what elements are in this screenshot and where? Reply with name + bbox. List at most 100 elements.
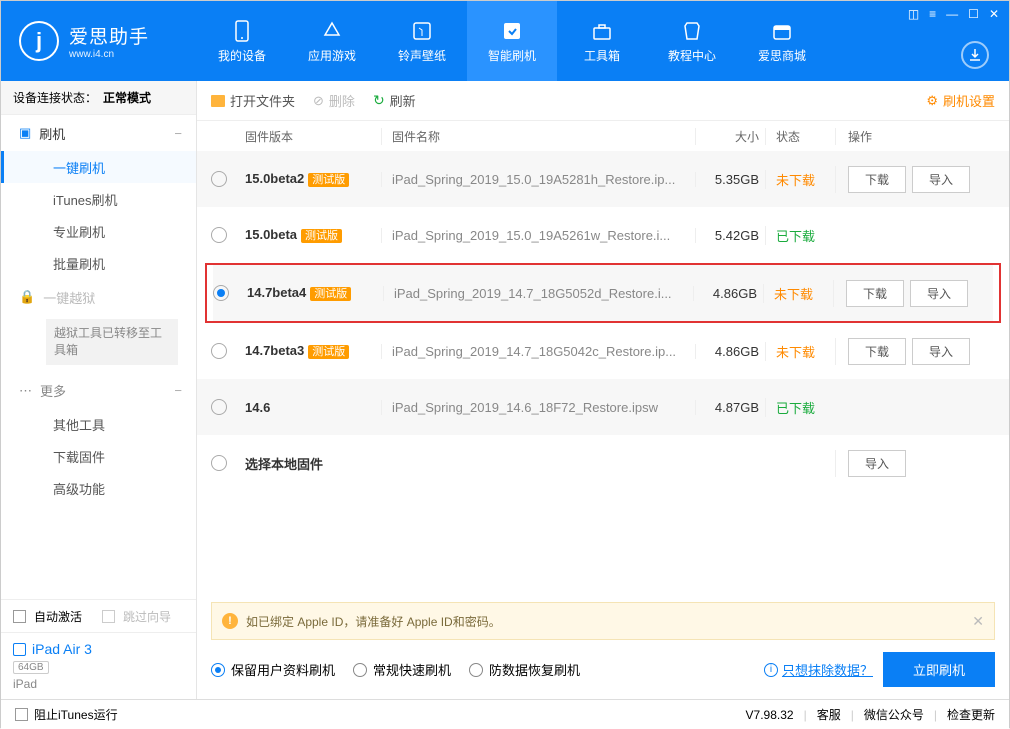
collapse-icon[interactable]: − <box>174 126 182 141</box>
settings-button[interactable]: ⚙ 刷机设置 <box>926 91 995 110</box>
nav-item-2[interactable]: 铃声壁纸 <box>377 1 467 81</box>
gear-icon: ⚙ <box>926 93 938 109</box>
nav-icon <box>771 19 793 43</box>
open-folder-button[interactable]: 打开文件夹 <box>211 91 295 110</box>
download-manager-icon[interactable] <box>961 41 989 69</box>
logo[interactable]: j 爱思助手 www.i4.cn <box>1 21 197 61</box>
folder-icon <box>211 95 225 107</box>
sidebar-options: 自动激活 跳过向导 <box>1 600 196 632</box>
table-header: 固件版本 固件名称 大小 状态 操作 <box>197 121 1009 151</box>
flash-option[interactable]: 防数据恢复刷机 <box>469 660 580 679</box>
option-radio[interactable] <box>469 663 483 677</box>
block-itunes-checkbox[interactable] <box>15 708 28 721</box>
beta-badge: 测试版 <box>308 173 349 187</box>
customer-service-link[interactable]: 客服 <box>817 706 841 723</box>
highlighted-row: 14.7beta4测试版iPad_Spring_2019_14.7_18G505… <box>205 263 1001 323</box>
sidebar-head-jailbreak: 🔒 一键越狱 <box>1 279 196 315</box>
beta-badge: 测试版 <box>301 229 342 243</box>
download-button[interactable]: 下载 <box>848 166 906 193</box>
window-controls: ◫ ≡ — ☐ ✕ <box>906 5 1001 23</box>
delete-icon: ⊘ <box>313 93 324 109</box>
row-radio[interactable] <box>211 455 227 471</box>
download-button[interactable]: 下载 <box>848 338 906 365</box>
sidebar-item[interactable]: 高级功能 <box>1 473 196 505</box>
refresh-button[interactable]: ↻ 刷新 <box>373 91 416 110</box>
table-row[interactable]: 15.0beta测试版iPad_Spring_2019_15.0_19A5261… <box>197 207 1009 263</box>
nav-item-1[interactable]: 应用游戏 <box>287 1 377 81</box>
minimize-icon[interactable]: — <box>944 5 960 23</box>
flash-option[interactable]: 保留用户资料刷机 <box>211 660 335 679</box>
sidebar-item[interactable]: 专业刷机 <box>1 215 196 247</box>
header: j 爱思助手 www.i4.cn 我的设备应用游戏铃声壁纸智能刷机工具箱教程中心… <box>1 1 1009 81</box>
row-radio[interactable] <box>211 399 227 415</box>
app-url: www.i4.cn <box>69 49 149 60</box>
erase-link[interactable]: 只想抹除数据？ <box>782 660 873 679</box>
version-label: V7.98.32 <box>746 708 794 722</box>
shirt-icon[interactable]: ◫ <box>906 5 921 23</box>
check-update-link[interactable]: 检查更新 <box>947 706 995 723</box>
more-icon: ⋯ <box>19 383 32 399</box>
flash-icon: ▣ <box>19 125 31 141</box>
nav-item-0[interactable]: 我的设备 <box>197 1 287 81</box>
connection-status: 设备连接状态： 正常模式 <box>1 81 196 115</box>
storage-badge: 64GB <box>13 661 49 674</box>
row-radio[interactable] <box>211 343 227 359</box>
jailbreak-notice: 越狱工具已转移至工具箱 <box>46 319 178 365</box>
download-button[interactable]: 下载 <box>846 280 904 307</box>
sidebar-item[interactable]: 下载固件 <box>1 441 196 473</box>
nav-item-5[interactable]: 教程中心 <box>647 1 737 81</box>
wechat-link[interactable]: 微信公众号 <box>864 706 924 723</box>
collapse-icon[interactable]: − <box>174 383 182 398</box>
sidebar-item[interactable]: iTunes刷机 <box>1 183 196 215</box>
lock-icon: 🔒 <box>19 289 35 305</box>
nav-icon <box>681 19 703 43</box>
beta-badge: 测试版 <box>310 287 351 301</box>
import-button[interactable]: 导入 <box>912 338 970 365</box>
firmware-table: 15.0beta2测试版iPad_Spring_2019_15.0_19A528… <box>197 151 1009 491</box>
footer: 阻止iTunes运行 V7.98.32 | 客服 | 微信公众号 | 检查更新 <box>1 699 1009 729</box>
flash-options: 保留用户资料刷机常规快速刷机防数据恢复刷机 i 只想抹除数据？ 立即刷机 <box>211 652 995 687</box>
close-icon[interactable]: ✕ <box>987 5 1001 23</box>
nav-icon <box>411 19 433 43</box>
option-radio[interactable] <box>211 663 225 677</box>
warning-icon: ! <box>222 613 238 629</box>
nav-item-4[interactable]: 工具箱 <box>557 1 647 81</box>
row-radio[interactable] <box>213 285 229 301</box>
row-radio[interactable] <box>211 227 227 243</box>
delete-button[interactable]: ⊘ 删除 <box>313 91 355 110</box>
device-icon <box>13 643 26 656</box>
import-button[interactable]: 导入 <box>910 280 968 307</box>
nav: 我的设备应用游戏铃声壁纸智能刷机工具箱教程中心爱思商城 <box>197 1 827 81</box>
table-row[interactable]: 15.0beta2测试版iPad_Spring_2019_15.0_19A528… <box>197 151 1009 207</box>
sidebar-item[interactable]: 其他工具 <box>1 409 196 441</box>
auto-activate-checkbox[interactable] <box>13 610 26 623</box>
flash-now-button[interactable]: 立即刷机 <box>883 652 995 687</box>
maximize-icon[interactable]: ☐ <box>966 5 981 23</box>
main-panel: 打开文件夹 ⊘ 删除 ↻ 刷新 ⚙ 刷机设置 固件版本 固件名称 大小 状态 操… <box>197 81 1009 699</box>
apple-id-alert: ! 如已绑定 Apple ID，请准备好 Apple ID和密码。 ✕ <box>211 602 995 640</box>
app-name: 爱思助手 <box>69 22 149 49</box>
import-button[interactable]: 导入 <box>848 450 906 477</box>
skip-guide-checkbox[interactable] <box>102 610 115 623</box>
table-row[interactable]: 14.7beta3测试版iPad_Spring_2019_14.7_18G504… <box>197 323 1009 379</box>
sidebar-item[interactable]: 批量刷机 <box>1 247 196 279</box>
nav-item-6[interactable]: 爱思商城 <box>737 1 827 81</box>
refresh-icon: ↻ <box>373 92 385 109</box>
import-button[interactable]: 导入 <box>912 166 970 193</box>
row-radio[interactable] <box>211 171 227 187</box>
table-row[interactable]: 14.7beta4测试版iPad_Spring_2019_14.7_18G505… <box>213 265 993 321</box>
option-radio[interactable] <box>353 663 367 677</box>
nav-icon <box>501 19 523 43</box>
sidebar-head-flash[interactable]: ▣ 刷机 − <box>1 115 196 151</box>
sidebar-item[interactable]: 一键刷机 <box>1 151 196 183</box>
sidebar-head-more[interactable]: ⋯ 更多 − <box>1 373 196 409</box>
menu-icon[interactable]: ≡ <box>927 5 938 23</box>
table-row[interactable]: 选择本地固件导入 <box>197 435 1009 491</box>
close-alert-icon[interactable]: ✕ <box>972 613 984 630</box>
sidebar: 设备连接状态： 正常模式 ▣ 刷机 − 一键刷机iTunes刷机专业刷机批量刷机… <box>1 81 197 699</box>
device-info[interactable]: iPad Air 3 64GB iPad <box>1 632 196 699</box>
flash-option[interactable]: 常规快速刷机 <box>353 660 451 679</box>
table-row[interactable]: 14.6iPad_Spring_2019_14.6_18F72_Restore.… <box>197 379 1009 435</box>
nav-item-3[interactable]: 智能刷机 <box>467 1 557 81</box>
info-icon: i <box>764 663 778 677</box>
